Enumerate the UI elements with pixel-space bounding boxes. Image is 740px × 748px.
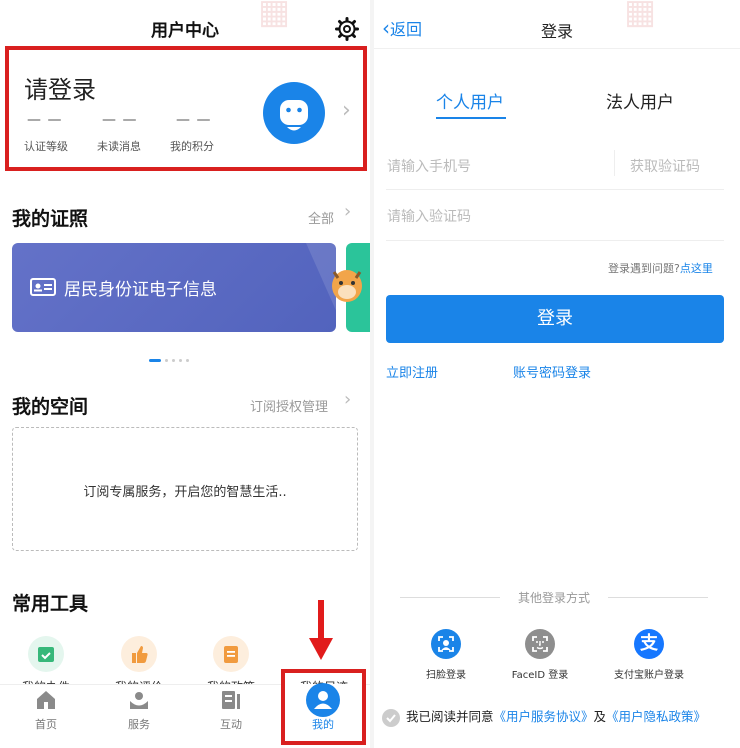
tab-personal-user[interactable]: 个人用户	[436, 88, 504, 113]
faceid-glyph	[532, 636, 548, 652]
carousel-dots[interactable]	[149, 350, 193, 362]
section-title-tools: 常用工具	[12, 593, 89, 615]
chevron-right-icon[interactable]: ›	[344, 201, 351, 222]
user-center-screen: ▦ 用户中心 请登录 — — 认证等级 — — 未读消息 — — 我的积分 › …	[0, 0, 370, 748]
id-card-icon	[30, 278, 56, 296]
help-prefix: 登录遇到问题?	[608, 262, 680, 275]
interaction-icon[interactable]	[220, 690, 242, 710]
avatar[interactable]	[263, 82, 325, 144]
arrow-down-icon	[309, 600, 333, 660]
field-underline	[386, 189, 724, 190]
subscription-empty-text: 订阅专属服务，开启您的智慧生活..	[83, 485, 287, 500]
faceid-label: FaceID 登录	[511, 670, 569, 681]
section-title-licenses: 我的证照	[12, 208, 89, 230]
stat-label-messages: 未读消息	[97, 140, 141, 153]
mascot-icon	[332, 270, 362, 302]
id-card-title: 居民身份证电子信息	[64, 280, 217, 300]
tab-interaction[interactable]: 互动	[201, 716, 261, 732]
subscription-manage-link[interactable]: 订阅授权管理	[250, 396, 328, 415]
alipay-icon[interactable]: 支	[634, 629, 664, 659]
tool-my-cases[interactable]	[28, 636, 64, 672]
header-divider	[374, 48, 740, 49]
tab-home[interactable]: 首页	[16, 716, 76, 732]
tool-my-policies[interactable]	[213, 636, 249, 672]
chevron-right-icon[interactable]: ›	[342, 98, 351, 123]
face-scan-label: 扫脸登录	[426, 670, 466, 681]
section-title-space: 我的空间	[12, 396, 89, 418]
help-link[interactable]: 点这里	[680, 262, 713, 275]
active-tab-indicator	[436, 117, 506, 119]
field-underline	[386, 240, 724, 241]
field-separator	[614, 150, 615, 176]
stat-value: — —	[102, 112, 138, 128]
login-prompt[interactable]: 请登录	[24, 70, 96, 105]
phone-input[interactable]: 请输入手机号	[387, 156, 471, 176]
tab-mine[interactable]: 我的	[293, 716, 353, 732]
chevron-right-icon[interactable]: ›	[344, 389, 351, 410]
service-agreement-link[interactable]: 《用户服务协议》	[494, 709, 594, 724]
tab-mine-icon[interactable]	[306, 683, 340, 717]
agreement-checkbox[interactable]	[382, 708, 400, 727]
robot-avatar-icon	[280, 100, 308, 131]
thumbs-up-icon	[132, 646, 148, 663]
stat-label-points: 我的积分	[170, 140, 214, 153]
agreement-row: 我已阅读并同意《用户服务协议》及《用户隐私政策》	[382, 706, 706, 727]
face-scan-icon[interactable]	[431, 629, 461, 659]
home-icon[interactable]	[35, 690, 57, 710]
user-icon	[314, 691, 332, 709]
password-login-link[interactable]: 账号密码登录	[513, 362, 591, 381]
id-card-banner[interactable]: 居民身份证电子信息	[12, 243, 336, 332]
stat-value: — —	[27, 112, 63, 128]
agreement-and: 及	[593, 709, 607, 724]
tool-my-reviews[interactable]	[121, 636, 157, 672]
register-link[interactable]: 立即注册	[386, 362, 438, 381]
code-input[interactable]: 请输入验证码	[387, 206, 471, 226]
check-icon	[386, 713, 396, 722]
page-title: 用户中心	[151, 21, 219, 41]
calendar-check-icon	[38, 647, 54, 662]
agreement-prefix: 我已阅读并同意	[406, 709, 494, 724]
service-icon[interactable]	[128, 690, 150, 710]
login-button[interactable]: 登录	[386, 295, 724, 343]
gear-icon[interactable]	[335, 17, 359, 41]
subscription-empty-box[interactable]: 订阅专属服务，开启您的智慧生活..	[12, 427, 358, 551]
alipay-glyph: 支	[640, 633, 658, 654]
document-icon	[224, 646, 238, 663]
other-login-title: 其他登录方式	[517, 591, 590, 605]
stat-value: — —	[176, 112, 212, 128]
faceid-icon[interactable]	[525, 629, 555, 659]
alipay-label: 支付宝账户登录	[614, 670, 684, 681]
help-text: 登录遇到问题?点这里	[608, 260, 713, 276]
licenses-all-link[interactable]: 全部	[308, 208, 334, 227]
divider-line	[608, 597, 708, 598]
stat-label-level: 认证等级	[24, 140, 68, 153]
get-code-button[interactable]: 获取验证码	[630, 156, 700, 176]
privacy-policy-link[interactable]: 《用户隐私政策》	[606, 709, 706, 724]
divider-line	[400, 597, 500, 598]
login-screen: ▦ ‹返回 登录 个人用户 法人用户 请输入手机号 获取验证码 请输入验证码 登…	[374, 0, 740, 748]
face-scan-glyph	[438, 636, 454, 652]
tab-service[interactable]: 服务	[109, 716, 169, 732]
page-title: 登录	[540, 22, 573, 41]
tab-legal-user[interactable]: 法人用户	[606, 88, 674, 113]
